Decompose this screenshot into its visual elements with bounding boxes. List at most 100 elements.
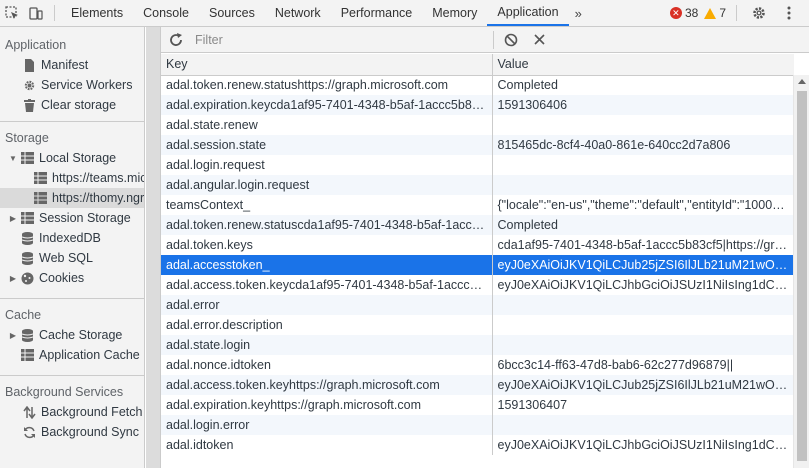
sidebar-item-local-storage-thomy[interactable]: https://thomy.ngr [0, 188, 144, 208]
tab-memory[interactable]: Memory [422, 0, 487, 26]
tab-elements[interactable]: Elements [61, 0, 133, 26]
sidebar-item-clear-storage[interactable]: Clear storage [0, 95, 144, 115]
cell-key[interactable]: adal.access.token.keyhttps://graph.micro… [161, 375, 493, 395]
cell-value[interactable] [492, 115, 794, 135]
cell-key[interactable]: adal.session.state [161, 135, 493, 155]
table-row[interactable]: adal.state.renew [161, 115, 794, 135]
tab-performance[interactable]: Performance [331, 0, 423, 26]
cell-value[interactable]: 1591306407 [492, 395, 794, 415]
table-row[interactable]: adal.login.request [161, 155, 794, 175]
table-row[interactable]: teamsContext_ {"locale":"en-us","theme":"… [161, 195, 794, 215]
cell-key[interactable]: adal.state.login [161, 335, 493, 355]
tab-console[interactable]: Console [133, 0, 199, 26]
sidebar-item-session-storage[interactable]: ▶ Session Storage [0, 208, 144, 228]
table-row[interactable]: adal.token.keys cda1af95-7401-4348-b5af-1… [161, 235, 794, 255]
warnings-count: 7 [719, 6, 726, 20]
cell-value[interactable]: 6bcc3c14-ff63-47d8-bab6-62c277d96879|| [492, 355, 794, 375]
sidebar-item-background-sync[interactable]: Background Sync [0, 422, 144, 442]
cell-value[interactable] [492, 295, 794, 315]
cell-key[interactable]: adal.accesstoken_ [161, 255, 493, 275]
cell-value[interactable]: eyJ0eXAiOiJKV1QiLCJub25jZSI6IlJLb21uM21w… [492, 255, 794, 275]
cell-key[interactable]: adal.error.description [161, 315, 493, 335]
sidebar-item-manifest[interactable]: Manifest [0, 55, 144, 75]
column-header-value[interactable]: Value [492, 54, 794, 76]
cell-key[interactable]: adal.state.renew [161, 115, 493, 135]
cell-value[interactable]: Completed [492, 75, 794, 95]
scroll-up-arrow-icon[interactable] [798, 79, 806, 84]
cell-key[interactable]: adal.error [161, 295, 493, 315]
sidebar-item-cookies[interactable]: ▶ Cookies [0, 268, 144, 288]
cell-value[interactable] [492, 415, 794, 435]
cell-value[interactable]: cda1af95-7401-4348-b5af-1accc5b83cf5|htt… [492, 235, 794, 255]
cell-value[interactable] [492, 175, 794, 195]
error-icon: ✕ [669, 7, 682, 19]
table-row[interactable]: adal.token.renew.statushttps://graph.mic… [161, 75, 794, 95]
cell-key[interactable]: adal.expiration.keyhttps://graph.microso… [161, 395, 493, 415]
sidebar-item-web-sql[interactable]: Web SQL [0, 248, 144, 268]
sidebar-item-indexeddb[interactable]: IndexedDB [0, 228, 144, 248]
inspect-element-icon[interactable] [0, 0, 24, 26]
errors-counter[interactable]: ✕ 38 [669, 6, 698, 20]
cell-key[interactable]: adal.angular.login.request [161, 175, 493, 195]
table-row[interactable]: adal.access.token.keycda1af95-7401-4348-… [161, 275, 794, 295]
table-row[interactable]: adal.angular.login.request [161, 175, 794, 195]
cell-key[interactable]: teamsContext_ [161, 195, 493, 215]
filter-input[interactable] [191, 29, 487, 50]
cell-value[interactable] [492, 335, 794, 355]
expand-arrow-icon[interactable]: ▶ [8, 274, 18, 283]
table-row[interactable]: adal.session.state 815465dc-8cf4-40a0-861… [161, 135, 794, 155]
kebab-menu-icon[interactable] [777, 0, 801, 26]
cell-key[interactable]: adal.nonce.idtoken [161, 355, 493, 375]
cell-value[interactable] [492, 155, 794, 175]
cell-key[interactable]: adal.token.renew.statuscda1af95-7401-434… [161, 215, 493, 235]
expand-arrow-icon[interactable]: ▼ [8, 154, 18, 163]
cell-value[interactable]: eyJ0eXAiOiJKV1QiLCJub25jZSI6IlJLb21uM21w… [492, 375, 794, 395]
table-row[interactable]: adal.idtoken eyJ0eXAiOiJKV1QiLCJhbGciOiJS… [161, 435, 794, 455]
table-row[interactable]: adal.accesstoken_ eyJ0eXAiOiJKV1QiLCJub25… [161, 255, 794, 275]
sidebar-item-local-storage[interactable]: ▼ Local Storage [0, 148, 144, 168]
table-row[interactable]: adal.state.login [161, 335, 794, 355]
cell-key[interactable]: adal.token.renew.statushttps://graph.mic… [161, 75, 493, 95]
column-header-key[interactable]: Key [161, 54, 493, 76]
cell-key[interactable]: adal.idtoken [161, 435, 493, 455]
delete-selected-icon[interactable] [528, 34, 550, 45]
tab-network[interactable]: Network [265, 0, 331, 26]
gear-icon[interactable] [747, 0, 771, 26]
expand-arrow-icon[interactable]: ▶ [8, 214, 18, 223]
cell-value[interactable]: 1591306406 [492, 95, 794, 115]
cell-key[interactable]: adal.expiration.keycda1af95-7401-4348-b5… [161, 95, 493, 115]
scrollbar-thumb[interactable] [797, 91, 807, 461]
cell-value[interactable]: eyJ0eXAiOiJKV1QiLCJhbGciOiJSUzI1NiIsIng1… [492, 275, 794, 295]
more-tabs-button[interactable]: » [569, 0, 588, 26]
cell-key[interactable]: adal.login.error [161, 415, 493, 435]
table-row[interactable]: adal.expiration.keyhttps://graph.microso… [161, 395, 794, 415]
cell-value[interactable]: eyJ0eXAiOiJKV1QiLCJhbGciOiJSUzI1NiIsIng1… [492, 435, 794, 455]
cell-value[interactable]: 815465dc-8cf4-40a0-861e-640cc2d7a806 [492, 135, 794, 155]
cell-value[interactable] [492, 315, 794, 335]
table-row[interactable]: adal.expiration.keycda1af95-7401-4348-b5… [161, 95, 794, 115]
table-scrollbar[interactable] [793, 75, 809, 468]
sidebar-item-local-storage-teams[interactable]: https://teams.mic [0, 168, 144, 188]
tab-application[interactable]: Application [487, 0, 569, 26]
sidebar-item-application-cache[interactable]: Application Cache [0, 345, 144, 365]
expand-arrow-icon[interactable]: ▶ [8, 331, 18, 340]
table-row[interactable]: adal.token.renew.statuscda1af95-7401-434… [161, 215, 794, 235]
sidebar-item-service-workers[interactable]: Service Workers [0, 75, 144, 95]
refresh-icon[interactable] [161, 32, 191, 47]
cell-value[interactable]: {"locale":"en-us","theme":"default","ent… [492, 195, 794, 215]
tab-sources[interactable]: Sources [199, 0, 265, 26]
clear-all-icon[interactable] [500, 33, 522, 47]
device-toolbar-icon[interactable] [24, 0, 48, 26]
table-row[interactable]: adal.login.error [161, 415, 794, 435]
warnings-counter[interactable]: 7 [704, 6, 726, 20]
sidebar-item-background-fetch[interactable]: Background Fetch [0, 402, 144, 422]
table-row[interactable]: adal.access.token.keyhttps://graph.micro… [161, 375, 794, 395]
cell-key[interactable]: adal.login.request [161, 155, 493, 175]
cell-key[interactable]: adal.token.keys [161, 235, 493, 255]
table-row[interactable]: adal.error [161, 295, 794, 315]
table-row[interactable]: adal.nonce.idtoken 6bcc3c14-ff63-47d8-bab… [161, 355, 794, 375]
sidebar-item-cache-storage[interactable]: ▶ Cache Storage [0, 325, 144, 345]
table-row[interactable]: adal.error.description [161, 315, 794, 335]
cell-key[interactable]: adal.access.token.keycda1af95-7401-4348-… [161, 275, 493, 295]
cell-value[interactable]: Completed [492, 215, 794, 235]
